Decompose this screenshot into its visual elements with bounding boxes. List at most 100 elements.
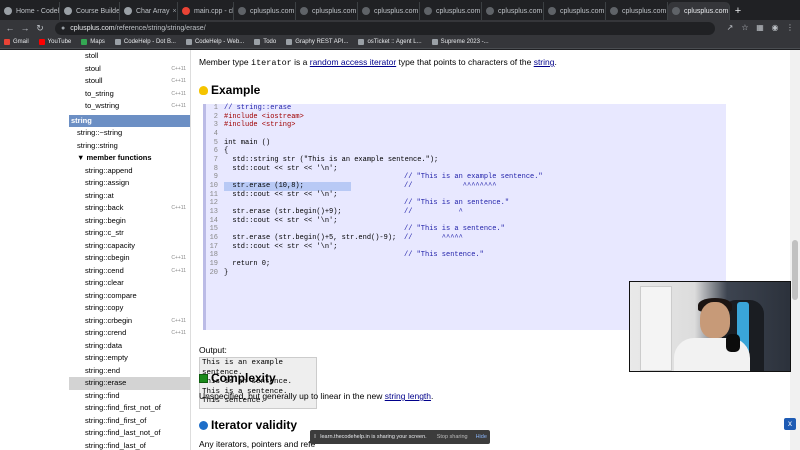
code-line: 14 std::cout << str << '\n'; (206, 217, 726, 226)
sidebar-item-member[interactable]: string::find_last_not_of (69, 427, 190, 440)
sidebar-item-stoul[interactable]: stoul C++11 (69, 63, 190, 76)
sidebar-item-member[interactable]: string::end (69, 365, 190, 378)
hide-button[interactable]: Hide (476, 434, 487, 440)
bookmark-item[interactable]: Graphy REST API... (286, 39, 348, 45)
forward-arrow-icon[interactable]: → (19, 22, 31, 34)
bookmark-item[interactable]: Supreme 2023 -... (431, 39, 489, 45)
profile-icon[interactable]: ◉ (769, 22, 781, 34)
close-icon[interactable]: x (784, 418, 796, 430)
line-number: 17 (209, 242, 218, 251)
reload-icon[interactable]: ↻ (34, 22, 46, 34)
menu-icon[interactable]: ⋮ (784, 22, 796, 34)
sidebar-item-class[interactable]: string::~string (69, 127, 190, 140)
drag-handle-icon[interactable]: ‖ (314, 434, 316, 440)
browser-tab[interactable]: Char Array × (120, 2, 178, 20)
url-path: /reference/string/string/erase/ (114, 24, 206, 32)
line-number: 19 (209, 260, 218, 269)
bookmark-item[interactable]: YouTube (38, 39, 71, 45)
sidebar-item-member[interactable]: string::capacity (69, 240, 190, 253)
bookmark-item[interactable]: CodeHelp - Web... (185, 39, 244, 45)
sidebar-item-label: stoll (85, 51, 99, 60)
cpp-icon (362, 7, 370, 15)
bookmark-item[interactable]: Gmail (4, 39, 29, 45)
sidebar-item-member[interactable]: string::append (69, 165, 190, 178)
new-tab-button[interactable]: + (730, 2, 746, 20)
sidebar-item-label: string::cend (85, 265, 124, 275)
browser-tab[interactable]: cplusplus.com× (668, 2, 730, 20)
bookmark-item[interactable]: Maps (81, 39, 105, 45)
sidebar-item-member[interactable]: string::c_str (69, 227, 190, 240)
sidebar-item-to-wstring[interactable]: to_wstring C++11 (69, 100, 190, 113)
code-text: str.erase (10,8); (224, 182, 351, 191)
bookmark-item[interactable]: CodeHelp - Dot B... (114, 39, 176, 45)
cpp11-tag: C++11 (171, 65, 186, 72)
cpp11-tag: C++11 (171, 90, 186, 97)
browser-tab[interactable]: main.cpp - ch× (178, 2, 234, 20)
browser-tab[interactable]: cplusplus.com× (234, 2, 296, 20)
code-comment: // "This sentence." (404, 251, 484, 260)
sidebar-item-member[interactable]: string::back C++11 (69, 202, 190, 215)
sidebar-item-label: string::end (85, 365, 121, 375)
sidebar-section-string[interactable]: string (69, 114, 190, 127)
browser-tab[interactable]: cplusplus.com× (358, 2, 420, 20)
sidebar-item-member[interactable]: string::cbegin C++11 (69, 252, 190, 265)
sidebar-item-member[interactable]: string::erase (69, 377, 190, 390)
sidebar-item-member[interactable]: string::data (69, 340, 190, 353)
maps-icon (81, 39, 88, 45)
share-icon[interactable]: ↗ (724, 22, 736, 34)
browser-tab[interactable]: cplusplus.com× (606, 2, 668, 20)
sidebar-item-member[interactable]: string::find_first_not_of (69, 402, 190, 415)
sidebar-item-stoll[interactable]: stoll (69, 50, 190, 63)
bookmark-item[interactable]: osTicket :: Agent L... (358, 39, 422, 45)
sidebar-item-member[interactable]: string::clear (69, 277, 190, 290)
sidebar-item-member[interactable]: string::at (69, 190, 190, 203)
code-line: 13 str.erase (str.begin()+9); // ^ (206, 208, 726, 217)
sidebar-item-to-string[interactable]: to_string C++11 (69, 88, 190, 101)
page-scrollbar[interactable] (790, 50, 800, 450)
line-number: 20 (209, 268, 218, 277)
sidebar-item-member[interactable]: string::assign (69, 177, 190, 190)
code-text: str.erase (str.begin()+5, str.end()-9); (224, 234, 397, 243)
browser-tab[interactable]: cplusplus.com× (544, 2, 606, 20)
sidebar-item-member[interactable]: string::copy (69, 302, 190, 315)
triangle-down-icon: ▼ (77, 153, 87, 162)
back-arrow-icon[interactable]: ← (4, 22, 16, 34)
sidebar-item-member[interactable]: string::find_first_of (69, 415, 190, 428)
tab-close-icon[interactable]: × (172, 8, 176, 15)
sidebar-item-member[interactable]: string::find_last_of (69, 440, 190, 450)
browser-tab[interactable]: cplusplus.com× (296, 2, 358, 20)
sidebar-item-label: string::begin (85, 215, 126, 225)
sidebar-item-member[interactable]: string::find (69, 390, 190, 403)
bookmark-item[interactable]: Todo (254, 39, 276, 45)
sidebar-item-member[interactable]: string::crend C++11 (69, 327, 190, 340)
browser-tab[interactable]: cplusplus.com× (420, 2, 482, 20)
line-number: 13 (209, 208, 218, 217)
extensions-icon[interactable]: ▦ (754, 22, 766, 34)
complexity-heading: Complexity (199, 371, 276, 385)
sidebar-item-member[interactable]: string::empty (69, 352, 190, 365)
browser-tab[interactable]: cplusplus.com× (482, 2, 544, 20)
sidebar-item-label: string::at (85, 190, 114, 200)
sidebar-item-member[interactable]: string::cend C++11 (69, 265, 190, 278)
sidebar-item-stoull[interactable]: stoull C++11 (69, 75, 190, 88)
string-length-link[interactable]: string length (385, 391, 431, 401)
line-number: 16 (209, 234, 218, 243)
code-text: // string::erase (224, 104, 292, 112)
tab-label: cplusplus.com (312, 7, 357, 15)
code-comment: // ^^^^^^^^ (404, 182, 497, 191)
star-icon[interactable]: ☆ (739, 22, 751, 34)
browser-tab[interactable]: Course Builder× (60, 2, 120, 20)
sidebar-item-label: string::append (85, 165, 133, 175)
sidebar-group-member-functions[interactable]: ▼ member functions (69, 152, 190, 165)
sidebar-item-class[interactable]: string::string (69, 140, 190, 153)
string-link[interactable]: string (534, 57, 555, 67)
sidebar-item-member[interactable]: string::compare (69, 290, 190, 303)
scroll-thumb[interactable] (792, 240, 798, 300)
browser-tab[interactable]: Home - Codel× (0, 2, 60, 20)
sidebar-item-member[interactable]: string::crbegin C++11 (69, 315, 190, 328)
code-line: 4 (206, 130, 726, 139)
stop-sharing-button[interactable]: Stop sharing (437, 434, 468, 440)
sidebar-item-member[interactable]: string::begin (69, 215, 190, 228)
random-access-iterator-link[interactable]: random access iterator (310, 57, 396, 67)
address-bar[interactable]: ● cplusplus.com /reference/string/string… (55, 21, 715, 35)
